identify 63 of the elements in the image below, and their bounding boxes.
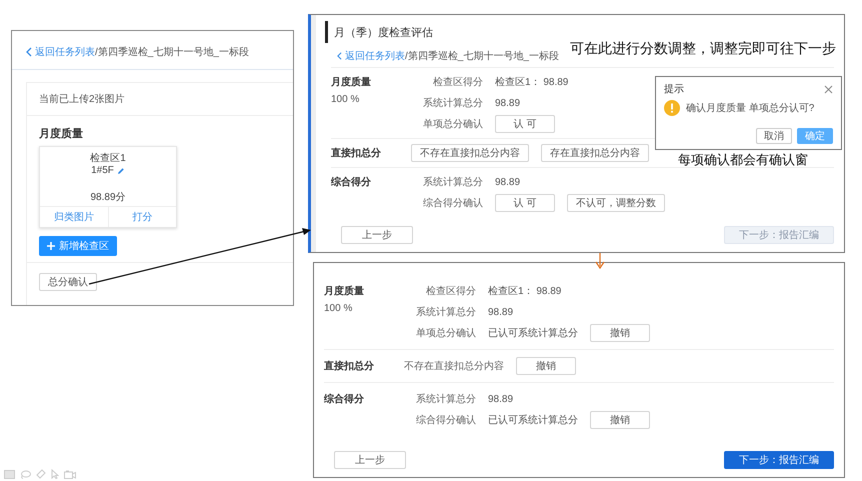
previous-step-button[interactable]: 上一步: [341, 226, 413, 244]
confirm-option-button[interactable]: 撤销: [590, 411, 650, 429]
total-confirm-button[interactable]: 总分确认: [39, 273, 97, 291]
field-label: 综合得分确认: [415, 414, 476, 427]
field-value: 已认可系统计算总分: [488, 326, 578, 340]
section-title: 月度质量: [331, 75, 372, 89]
field-label: 综合得分确认: [422, 196, 483, 210]
confirm-option-button[interactable]: 存在直接扣总分内容: [541, 144, 649, 162]
dialog-title: 提示: [664, 83, 684, 96]
dialog-button[interactable]: 取消: [756, 128, 792, 144]
field-label: 系统计算总分: [422, 96, 483, 110]
section-title: 直接扣总分: [324, 360, 375, 373]
annotation-text: 每项确认都会有确认窗: [678, 151, 808, 169]
cursor-icon[interactable]: [51, 469, 59, 479]
confirm-option-button[interactable]: 不认可，调整分数: [567, 194, 665, 212]
annotation-text: 可在此进行分数调整，调整完即可往下一步: [570, 40, 836, 58]
field-label: 系统计算总分: [415, 306, 476, 319]
upload-info: 当前已上传2张图片: [27, 83, 293, 116]
section-weight: 100 %: [331, 94, 360, 105]
pencil-icon[interactable]: [116, 166, 125, 174]
eraser-icon[interactable]: [36, 469, 46, 479]
field-label: 不存在直接扣总分内容: [404, 360, 504, 373]
section-title: 直接扣总分: [331, 146, 382, 160]
field-label: 单项总分确认: [422, 118, 483, 131]
warning-icon: [664, 100, 680, 116]
back-icon: [26, 47, 32, 57]
field-label: 系统计算总分: [422, 176, 483, 189]
confirm-option-button[interactable]: 撤销: [516, 357, 576, 375]
confirm-option-button[interactable]: 撤销: [590, 324, 650, 342]
confirm-option-button[interactable]: 不存在直接扣总分内容: [411, 144, 529, 162]
breadcrumb-path: /第四季巡检_七期十一号地_一标段: [95, 46, 249, 59]
confirm-option-button[interactable]: 认 可: [495, 194, 555, 212]
section-title: 综合得分: [324, 392, 365, 406]
field-value: 98.89: [488, 306, 514, 318]
dialog-message: 确认月度质量 单项总分认可?: [686, 102, 814, 115]
field-value: 已认可系统计算总分: [488, 414, 578, 427]
section-title: 月度质量: [324, 284, 365, 298]
area-code: 1#5F: [91, 165, 114, 176]
field-label: 系统计算总分: [415, 392, 476, 406]
close-icon[interactable]: [824, 84, 833, 94]
area-name: 检查区1: [90, 152, 126, 165]
field-value: 98.89: [488, 394, 514, 404]
confirm-option-button[interactable]: 认 可: [495, 115, 555, 133]
field-value: 检查区1： 98.89: [495, 76, 568, 89]
section-weight: 100 %: [324, 303, 354, 314]
area-score: 98.89分: [90, 191, 126, 204]
breadcrumb-path: /第四季巡检_七期十一号地_一标段: [405, 50, 559, 63]
field-label: 检查区得分: [425, 284, 476, 298]
field-value: 98.89: [495, 176, 520, 188]
next-step-button[interactable]: 下一步：报告汇编: [724, 451, 834, 469]
back-icon: [337, 52, 342, 60]
plus-icon: [47, 242, 55, 250]
image-icon[interactable]: [4, 470, 15, 478]
field-value: 98.89: [495, 98, 520, 108]
camera-icon[interactable]: [64, 470, 76, 478]
field-value: 检查区1： 98.89: [488, 284, 562, 298]
section-title: 综合得分: [331, 176, 372, 189]
field-label: 单项总分确认: [415, 326, 476, 340]
field-label: 检查区得分: [432, 76, 483, 89]
arrow: [596, 253, 604, 270]
previous-step-button[interactable]: 上一步: [334, 451, 406, 469]
loop-icon[interactable]: [20, 470, 31, 478]
section-title: 月度质量: [39, 126, 83, 141]
